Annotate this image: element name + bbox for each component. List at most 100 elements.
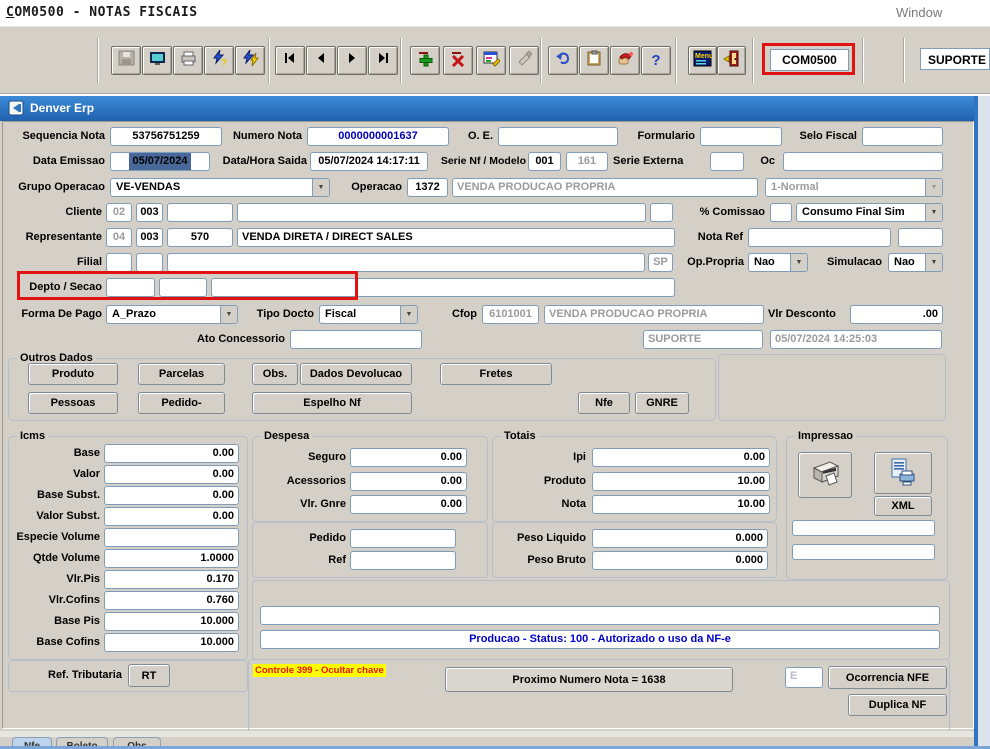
cliente-uf-field[interactable] [650,203,673,222]
cliente-nome-field[interactable] [237,203,646,222]
parcelas-button[interactable]: Parcelas [138,363,225,385]
undo-button[interactable] [548,46,578,75]
vlr-pis-field[interactable]: 0.170 [104,570,239,589]
data-hora-saida-field[interactable]: 05/07/2024 14:17:11 [310,152,428,171]
menu-icon: Menu [693,50,712,72]
total-produto-field[interactable]: 10.00 [592,472,770,491]
rep-nome-field[interactable]: VENDA DIRETA / DIRECT SALES [237,228,675,247]
peso-liquido-field[interactable]: 0.000 [592,529,768,548]
base-cofins-field[interactable]: 10.000 [104,633,239,652]
data-emissao-field[interactable]: 05/07/2024 [110,152,210,171]
impressao-field-1[interactable] [792,520,935,536]
clear-record-button[interactable] [509,46,539,75]
ocorrencia-tipo-field[interactable]: E [785,667,823,688]
filial-empresa-field[interactable] [106,253,132,272]
rep-filial-field[interactable]: 003 [136,228,163,247]
last-record-button[interactable] [368,46,398,75]
gnre-button[interactable]: GNRE [635,392,689,414]
enter-query-button[interactable] [476,46,506,75]
save-button[interactable] [111,46,141,75]
operacao-code-field[interactable]: 1372 [407,178,448,197]
oe-field[interactable] [498,127,618,146]
selo-fiscal-field[interactable] [862,127,943,146]
op-propria-dropdown[interactable]: Nao▼ [748,253,808,272]
nota-ref-field[interactable] [748,228,891,247]
vlr-cofins-field[interactable]: 0.760 [104,591,239,610]
delete-record-button[interactable] [443,46,473,75]
screen-button[interactable] [142,46,172,75]
window-menu[interactable]: Window [896,5,942,20]
insert-record-button[interactable] [410,46,440,75]
duplica-nf-button[interactable]: Duplica NF [848,694,947,716]
tipo-docto-dropdown[interactable]: Fiscal▼ [319,305,418,324]
consumo-final-dropdown[interactable]: Consumo Final Sim▼ [796,203,943,222]
data-alteracao-field: 05/07/2024 14:25:03 [770,330,942,349]
qtde-volume-field[interactable]: 1.0000 [104,549,239,568]
ref-field[interactable] [350,551,456,570]
run-query-button[interactable] [235,46,265,75]
cliente-filial-field[interactable]: 003 [136,203,163,222]
pessoas-button[interactable]: Pessoas [28,392,118,414]
forma-pago-dropdown[interactable]: A_Prazo▼ [106,305,238,324]
icms-base-subst-field[interactable]: 0.00 [104,486,239,505]
especie-volume-field[interactable] [104,528,239,547]
sequencia-nota-label: Sequencia Nota [8,127,105,146]
print-document-button[interactable] [874,452,932,494]
formulario-field[interactable] [700,127,782,146]
nota-ref-serie-field[interactable] [898,228,943,247]
comissao-field[interactable] [770,203,792,222]
help-button[interactable]: ? [641,46,671,75]
serie-externa-field[interactable] [710,152,744,171]
copy-button[interactable] [579,46,609,75]
numero-nota-field[interactable]: 0000000001637 [307,127,449,146]
produto-button[interactable]: Produto [28,363,118,385]
base-pis-field[interactable]: 10.000 [104,612,239,631]
tipo-nota-dropdown[interactable]: 1-Normal▼ [765,178,943,197]
total-nota-field[interactable]: 10.00 [592,495,770,514]
pedido-button[interactable]: Pedido- [138,392,225,414]
call-button[interactable] [610,46,640,75]
simulacao-dropdown[interactable]: Nao▼ [888,253,943,272]
obs-button[interactable]: Obs. [252,363,298,385]
impressao-field-2[interactable] [792,544,935,560]
menu-button[interactable]: Menu [688,46,717,75]
pedido-field[interactable] [350,529,456,548]
execute-query-button[interactable]: ? [204,46,234,75]
dados-devolucao-button[interactable]: Dados Devolucao [300,363,412,385]
icms-valor-field[interactable]: 0.00 [104,465,239,484]
acessorios-field[interactable]: 0.00 [350,472,467,491]
next-record-button[interactable] [337,46,367,75]
serie-nf-field[interactable]: 001 [528,152,561,171]
espelho-nf-button[interactable]: Espelho Nf [252,392,412,414]
fretes-button[interactable]: Fretes [440,363,552,385]
oc-field[interactable] [783,152,943,171]
sequencia-nota-field[interactable]: 53756751259 [110,127,222,146]
filial-codigo-field[interactable] [136,253,163,272]
print-danfe-button[interactable] [798,452,852,498]
first-record-button[interactable] [275,46,305,75]
peso-bruto-field[interactable]: 0.000 [592,551,768,570]
nfe-button[interactable]: Nfe [578,392,630,414]
ipi-field[interactable]: 0.00 [592,448,770,467]
icms-base-field[interactable]: 0.00 [104,444,239,463]
exit-button[interactable] [717,46,746,75]
side-panel [718,354,946,421]
rt-button[interactable]: RT [128,664,170,687]
printer-icon [180,50,197,72]
cliente-codigo-field[interactable] [167,203,233,222]
ocorrencia-nfe-button[interactable]: Ocorrencia NFE [828,666,947,689]
xml-button[interactable]: XML [874,496,932,516]
icms-valor-subst-field[interactable]: 0.00 [104,507,239,526]
filial-nome-field[interactable] [167,253,645,272]
previous-record-button[interactable] [306,46,336,75]
grupo-operacao-dropdown[interactable]: VE-VENDAS▼ [110,178,330,197]
vlr-desconto-field[interactable]: .00 [850,305,943,324]
rep-codigo-field[interactable]: 570 [167,228,233,247]
vlr-gnre-field[interactable]: 0.00 [350,495,467,514]
window-title-bar[interactable]: Denver Erp [0,96,974,121]
print-button[interactable] [173,46,203,75]
exit-door-icon [723,50,740,72]
usuario-field: SUPORTE [643,330,763,349]
ato-concessorio-field[interactable] [290,330,422,349]
seguro-field[interactable]: 0.00 [350,448,467,467]
